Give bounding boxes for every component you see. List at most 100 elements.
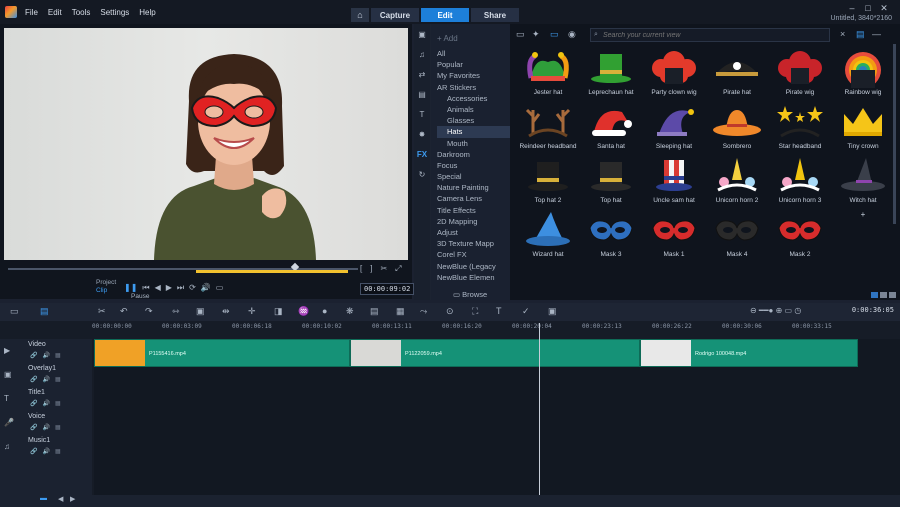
maximize-button[interactable]: □ — [860, 3, 876, 14]
asset-tile[interactable]: Mask 3 — [581, 210, 641, 264]
close-button[interactable]: ✕ — [876, 3, 892, 14]
video-clip[interactable]: P1122059.mp4 — [350, 339, 640, 367]
asset-tile[interactable]: Mask 2 — [770, 210, 830, 264]
view-icon-1[interactable] — [871, 292, 878, 298]
redo-icon[interactable]: ↷ — [145, 306, 153, 317]
pause-icon[interactable]: ❚❚ — [124, 283, 137, 293]
track-lock-icon[interactable]: 🔗 🔊 ▦ — [30, 424, 61, 431]
asset-tile[interactable]: Leprechaun hat — [581, 48, 641, 102]
aspect-icon[interactable]: ▭ — [216, 283, 224, 293]
menu-tools[interactable]: Tools — [72, 8, 91, 17]
thumbnail-size-slider[interactable]: — — [872, 29, 881, 39]
add-asset-tile[interactable]: + — [833, 210, 893, 264]
end-icon[interactable]: ⏭ — [177, 283, 184, 293]
sticker-icon[interactable]: ✸ — [414, 124, 430, 144]
video-clip[interactable]: P1155416.mp4 — [94, 339, 350, 367]
track-lock-icon[interactable]: 🔗 🔊 ▦ — [30, 400, 61, 407]
menu-settings[interactable]: Settings — [100, 8, 129, 17]
asset-tile[interactable]: Pirate hat — [707, 48, 767, 102]
track-header[interactable]: ♫ Music1 🔗 🔊 ▦ — [0, 435, 92, 459]
pan-zoom-icon[interactable]: ✛ — [248, 306, 256, 317]
tab-capture[interactable]: Capture — [371, 8, 419, 22]
tab-edit[interactable]: Edit — [421, 8, 469, 22]
zoom-out-icon[interactable]: ⊖ ━━● ⊕ ▭ ◷ — [750, 306, 801, 315]
timeline-timecode[interactable]: 0:00:36:05 — [852, 306, 894, 314]
asset-tile[interactable]: Tiny crown — [833, 102, 893, 156]
asset-tile[interactable]: Sleeping hat — [644, 102, 704, 156]
folder-icon[interactable]: ▭ — [516, 29, 525, 40]
view-icon-2[interactable] — [880, 292, 887, 298]
track-lock-icon[interactable]: 🔗 🔊 ▦ — [30, 448, 61, 455]
title-icon[interactable]: T — [414, 104, 430, 124]
zoom-icon[interactable]: ⊙ — [446, 306, 454, 317]
preview-screen[interactable] — [4, 28, 408, 260]
audio-icon[interactable]: ♒ — [298, 306, 309, 317]
home-icon[interactable]: ⌂ — [351, 8, 369, 22]
asset-tile[interactable]: Top hat — [581, 156, 641, 210]
volume-icon[interactable]: 🔊 — [201, 283, 211, 293]
timeline-tracks[interactable]: P1155416.mp4 P1122059.mp4 Rodrigo 100048… — [94, 339, 900, 499]
track-header[interactable]: ▣ Overlay1 🔗 🔊 ▦ — [0, 363, 92, 387]
tracker-icon[interactable]: ⤳ — [420, 306, 427, 317]
menu-edit[interactable]: Edit — [48, 8, 62, 17]
search-field[interactable]: ⌕ — [590, 28, 830, 42]
tab-share[interactable]: Share — [471, 8, 519, 22]
asset-tile[interactable]: Pirate wig — [770, 48, 830, 102]
graphics-icon[interactable]: ▤ — [414, 84, 430, 104]
home-start-icon[interactable]: ⏮ — [142, 283, 149, 293]
repeat-icon[interactable]: ⟳ — [189, 283, 196, 293]
fx-filter-icon[interactable]: FX — [414, 144, 430, 164]
menu-file[interactable]: File — [25, 8, 38, 17]
asset-tile[interactable]: Sombrero — [707, 102, 767, 156]
track-header[interactable]: T Title1 🔗 🔊 ▦ — [0, 387, 92, 411]
fit-icon[interactable]: ⛶ — [472, 306, 478, 317]
timeline-view-icon[interactable]: ▤ — [40, 306, 49, 317]
asset-tile[interactable]: Rainbow wig — [833, 48, 893, 102]
browse-button[interactable]: ▭ Browse — [453, 290, 487, 299]
motion-icon[interactable]: ⇹ — [222, 306, 230, 317]
storyboard-view-icon[interactable]: ▭ — [10, 306, 19, 317]
project-clip-toggle[interactable]: Project Clip — [96, 279, 116, 295]
menu-help[interactable]: Help — [139, 8, 155, 17]
library-scrollbar[interactable] — [893, 44, 896, 224]
tools-icon[interactable]: ✂ — [98, 306, 106, 317]
asset-tile[interactable]: Uncle sam hat — [644, 156, 704, 210]
mark-out-icon[interactable]: ] — [370, 264, 372, 274]
asset-tile[interactable]: Reindeer headband — [518, 102, 578, 156]
enlarge-icon[interactable]: ⤢ — [395, 264, 401, 274]
view-icon-3[interactable] — [889, 292, 896, 298]
media-icon[interactable]: ▣ — [414, 24, 430, 44]
asset-tile[interactable]: Witch hat — [833, 156, 893, 210]
path-icon[interactable]: ↻ — [414, 164, 430, 184]
trim-range-bar[interactable] — [196, 270, 348, 273]
video-filter-icon[interactable]: ▭ — [550, 29, 559, 40]
clip-mode-label[interactable]: Clip — [96, 287, 116, 295]
clear-search-icon[interactable]: × — [840, 29, 845, 39]
timeline-ruler[interactable]: 00:00:00:00 00:00:03:09 00:00:06:18 00:00:1… — [92, 323, 900, 337]
add-category-button[interactable]: + Add — [437, 34, 458, 43]
video-clip[interactable]: Rodrigo 100048.mp4 — [640, 339, 858, 367]
prev-frame-icon[interactable]: ◀ — [155, 283, 161, 293]
search-input[interactable] — [591, 29, 829, 41]
multicam-icon[interactable]: ▦ — [396, 306, 405, 317]
audio-filter-icon[interactable]: ◉ — [568, 29, 576, 40]
track-header[interactable]: 🎤 Voice 🔗 🔊 ▦ — [0, 411, 92, 435]
subtitle-icon[interactable]: ▤ — [370, 306, 379, 317]
mark-in-icon[interactable]: [ — [360, 264, 362, 274]
record-icon[interactable]: ● — [322, 306, 327, 316]
next-frame-icon[interactable]: ▶ — [166, 283, 172, 293]
timeline-playhead[interactable] — [539, 323, 540, 499]
track-lock-icon[interactable]: 🔗 🔊 ▦ — [30, 376, 61, 383]
asset-tile[interactable]: Top hat 2 — [518, 156, 578, 210]
list-view-icon[interactable]: ▤ — [856, 29, 865, 40]
undo-icon[interactable]: ↶ — [120, 306, 128, 317]
smart-icon[interactable]: ✓ — [522, 306, 530, 317]
minimize-button[interactable]: – — [844, 3, 860, 14]
crop-icon[interactable]: ▣ — [196, 306, 205, 317]
project-mode-label[interactable]: Project — [96, 279, 116, 287]
sticker-filter-icon[interactable]: ✦ — [532, 29, 540, 40]
text-to-speech-icon[interactable]: T — [496, 306, 502, 316]
scroll-right-icon[interactable]: ▶ — [70, 495, 75, 503]
track-header[interactable]: ▶ Video 🔗 🔊 ▦ — [0, 339, 92, 363]
screen-icon[interactable]: ▣ — [548, 306, 557, 317]
